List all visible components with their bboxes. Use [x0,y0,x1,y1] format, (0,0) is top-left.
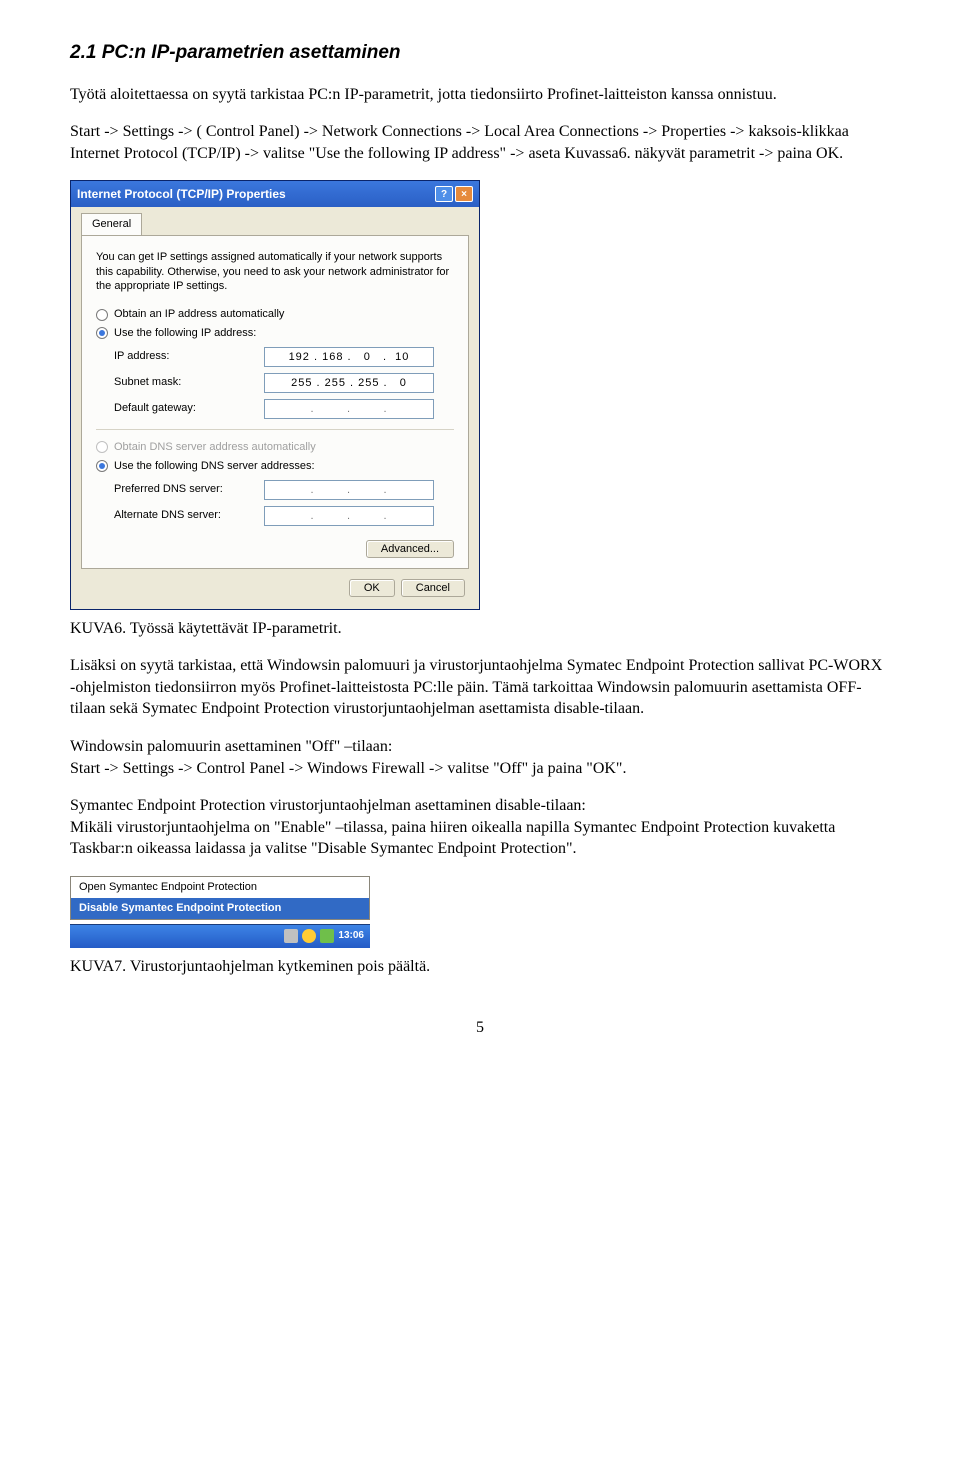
sep-shield-icon[interactable] [302,929,316,943]
radio-label: Use the following DNS server addresses: [114,459,315,474]
label-preferred-dns: Preferred DNS server: [114,482,264,497]
intro-paragraph-1: Työtä aloitettaessa on syytä tarkistaa P… [70,84,890,106]
radio-label: Obtain an IP address automatically [114,307,284,322]
menu-item-open-sep[interactable]: Open Symantec Endpoint Protection [71,877,369,898]
label-subnet-mask: Subnet mask: [114,375,264,390]
close-icon[interactable]: × [455,186,473,202]
firewall-off-heading: Windowsin palomuurin asettaminen "Off" –… [70,736,890,758]
radio-obtain-ip-auto[interactable]: Obtain an IP address automatically [96,307,454,322]
radio-icon [96,441,108,453]
tcpip-properties-dialog: Internet Protocol (TCP/IP) Properties ? … [70,180,480,609]
radio-label: Obtain DNS server address automatically [114,440,316,455]
radio-icon [96,309,108,321]
label-default-gateway: Default gateway: [114,401,264,416]
sep-disable-steps: Mikäli virustorjuntaohjelma on "Enable" … [70,817,890,860]
dialog-title: Internet Protocol (TCP/IP) Properties [77,186,286,202]
firewall-off-steps: Start -> Settings -> Control Panel -> Wi… [70,758,890,780]
ok-button[interactable]: OK [349,579,395,597]
page-number: 5 [70,1017,890,1039]
intro-paragraph-2: Start -> Settings -> ( Control Panel) ->… [70,121,890,164]
radio-icon [96,460,108,472]
default-gateway-field[interactable] [264,399,434,419]
taskbar-tray: 13:06 [70,924,370,948]
taskbar-clock: 13:06 [338,929,364,943]
preferred-dns-field[interactable] [264,480,434,500]
dialog-titlebar: Internet Protocol (TCP/IP) Properties ? … [71,181,479,207]
sep-context-menu: Open Symantec Endpoint Protection Disabl… [70,876,370,920]
dialog-info-text: You can get IP settings assigned automat… [96,250,454,293]
menu-item-disable-sep[interactable]: Disable Symantec Endpoint Protection [71,898,369,919]
label-ip-address: IP address: [114,349,264,364]
label-alternate-dns: Alternate DNS server: [114,508,264,523]
paragraph-firewall-av: Lisäksi on syytä tarkistaa, että Windows… [70,655,890,720]
tray-icon[interactable] [320,929,334,943]
radio-label: Use the following IP address: [114,326,256,341]
tray-icon[interactable] [284,929,298,943]
radio-use-following-dns[interactable]: Use the following DNS server addresses: [96,459,454,474]
alternate-dns-field[interactable] [264,506,434,526]
advanced-button[interactable]: Advanced... [366,540,454,558]
radio-icon [96,327,108,339]
radio-use-following-ip[interactable]: Use the following IP address: [96,326,454,341]
subnet-mask-field[interactable] [264,373,434,393]
tab-general[interactable]: General [81,213,142,235]
figure7-caption: KUVA7. Virustorjuntaohjelman kytkeminen … [70,956,890,978]
sep-disable-heading: Symantec Endpoint Protection virustorjun… [70,795,890,817]
cancel-button[interactable]: Cancel [401,579,465,597]
radio-obtain-dns-auto: Obtain DNS server address automatically [96,440,454,455]
ip-address-field[interactable] [264,347,434,367]
section-heading: 2.1 PC:n IP-parametrien asettaminen [70,40,890,66]
help-icon[interactable]: ? [435,186,453,202]
figure6-caption: KUVA6. Työssä käytettävät IP-parametrit. [70,618,890,640]
